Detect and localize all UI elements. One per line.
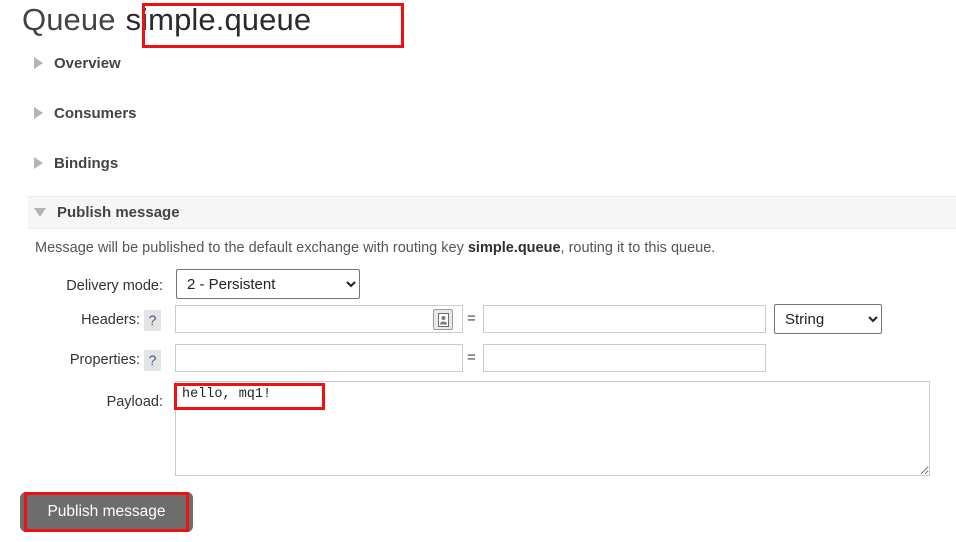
section-header-overview[interactable]: Overview <box>28 48 121 78</box>
publish-description-suffix: , routing it to this queue. <box>560 240 716 256</box>
publish-message-button[interactable]: Publish message <box>20 492 193 532</box>
publish-description: Message will be published to the default… <box>35 240 715 256</box>
properties-value-input[interactable] <box>483 344 766 372</box>
section-label-consumers: Consumers <box>54 104 137 122</box>
page-title: Queue simple.queue <box>22 2 311 38</box>
properties-equals-sign: = <box>467 349 476 366</box>
section-header-publish-message[interactable]: Publish message <box>28 197 180 228</box>
headers-value-input[interactable] <box>483 305 766 333</box>
delivery-mode-select[interactable]: 2 - Persistent <box>176 269 360 299</box>
properties-label: Properties: <box>69 352 140 368</box>
delivery-mode-label: Delivery mode: <box>66 278 163 294</box>
section-label-publish-message: Publish message <box>57 204 180 221</box>
page-title-prefix: Queue <box>22 2 116 37</box>
contact-card-icon[interactable] <box>433 309 453 330</box>
properties-help-icon[interactable]: ? <box>144 350 161 371</box>
headers-help-icon[interactable]: ? <box>144 310 161 331</box>
chevron-right-icon <box>34 107 43 119</box>
headers-equals-sign: = <box>467 310 476 327</box>
payload-textarea[interactable]: hello, mq1! <box>175 381 930 476</box>
section-label-overview: Overview <box>54 54 121 72</box>
publish-description-prefix: Message will be published to the default… <box>35 240 468 256</box>
chevron-down-icon <box>34 208 46 217</box>
headers-type-select[interactable]: String <box>774 304 882 334</box>
properties-key-input[interactable] <box>175 344 463 372</box>
headers-key-input[interactable] <box>175 305 463 333</box>
headers-label: Headers: <box>81 312 140 328</box>
section-header-consumers[interactable]: Consumers <box>28 98 137 128</box>
section-label-bindings: Bindings <box>54 154 119 172</box>
chevron-right-icon <box>34 157 43 169</box>
section-header-bindings[interactable]: Bindings <box>28 148 118 178</box>
chevron-right-icon <box>34 57 43 69</box>
payload-label: Payload: <box>106 394 163 410</box>
publish-description-routing-key: simple.queue <box>467 240 561 256</box>
queue-name: simple.queue <box>125 2 312 37</box>
